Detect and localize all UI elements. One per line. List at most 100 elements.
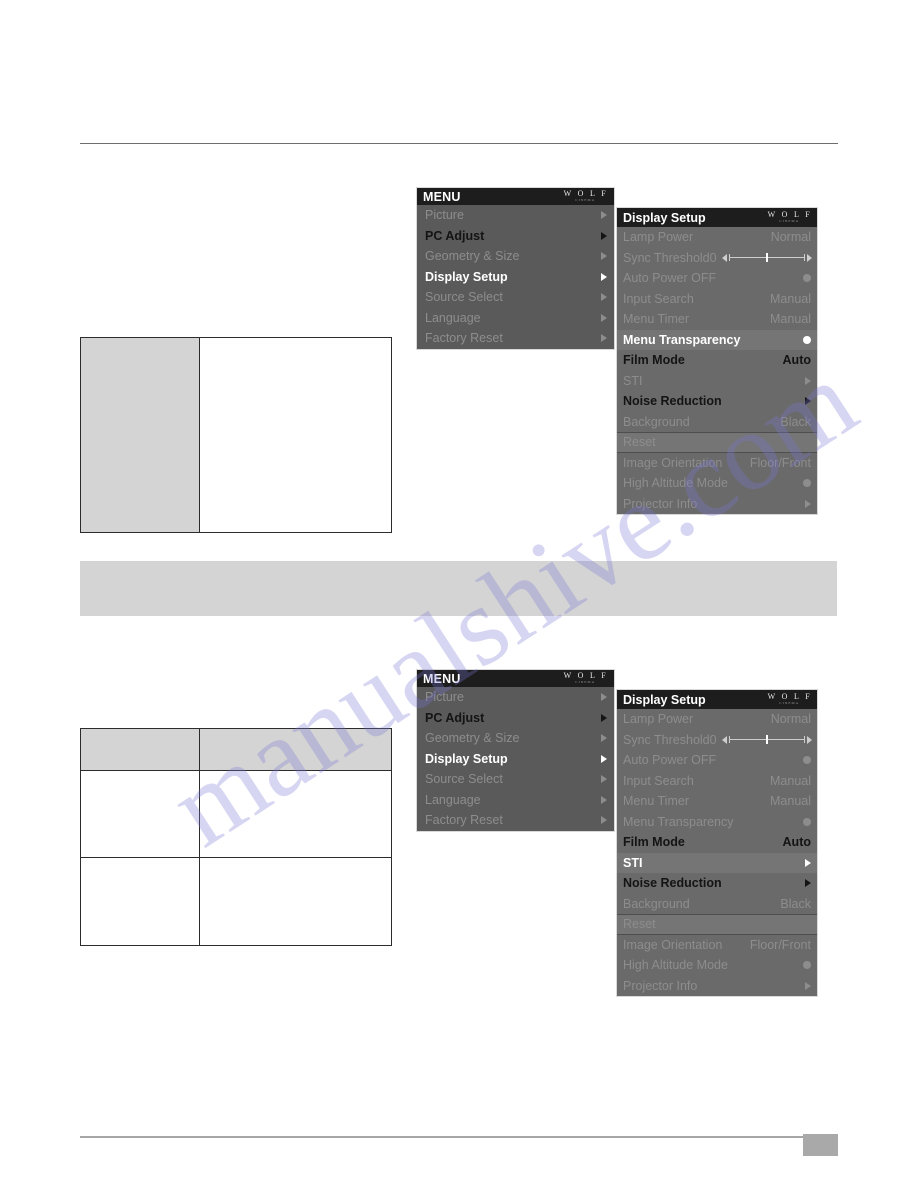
slider-increase-icon[interactable] <box>806 735 812 744</box>
menu-item-lamp-power[interactable]: Lamp Power Normal <box>617 709 817 730</box>
osd-title: MENU <box>423 671 461 686</box>
content-table-bottom <box>80 728 392 946</box>
menu-item-language[interactable]: Language <box>417 308 614 329</box>
menu-item-reset[interactable]: Reset <box>617 432 817 453</box>
wolf-logo: W O L F CINEMA <box>765 693 812 705</box>
menu-item-geometry-size[interactable]: Geometry & Size <box>417 728 614 749</box>
menu-item-film-mode[interactable]: Film Mode Auto <box>617 350 817 371</box>
menu-item-label: STI <box>623 373 643 388</box>
slider-track[interactable] <box>728 253 805 263</box>
wolf-logo-main: W O L F <box>563 671 608 681</box>
menu-item-auto-power-off[interactable]: Auto Power OFF <box>617 750 817 771</box>
menu-item-lamp-power[interactable]: Lamp Power Normal <box>617 227 817 248</box>
menu-item-label: High Altitude Mode <box>623 476 728 491</box>
content-table-top <box>80 337 392 533</box>
menu-item-display-setup[interactable]: Display Setup <box>417 267 614 288</box>
osd-title: Display Setup <box>623 210 706 225</box>
menu-item-picture[interactable]: Picture <box>417 687 614 708</box>
menu-item-label: Noise Reduction <box>623 394 722 409</box>
menu-item-label: Projector Info <box>623 978 698 993</box>
slider-track[interactable] <box>728 735 805 745</box>
menu-item-pc-adjust[interactable]: PC Adjust <box>417 226 614 247</box>
menu-item-value: Black <box>780 414 811 429</box>
menu-item-value: Floor/Front <box>749 455 811 470</box>
slider-knob[interactable] <box>765 735 768 745</box>
menu-item-label: Menu Transparency <box>623 814 734 829</box>
page-number <box>803 1134 838 1156</box>
menu-item-menu-transparency[interactable]: Menu Transparency <box>617 329 817 350</box>
menu-item-reset[interactable]: Reset <box>617 914 817 935</box>
menu-item-background[interactable]: Background Black <box>617 894 817 915</box>
osd-display-setup-bottom[interactable]: Display Setup W O L F CINEMA Lamp Power Norm… <box>617 690 817 996</box>
osd-title-bar: MENU W O L F CINEMA <box>417 670 614 687</box>
sync-threshold-slider[interactable]: 0 <box>710 251 812 265</box>
menu-item-language[interactable]: Language <box>417 790 614 811</box>
osd-title-bar: Display Setup W O L F CINEMA <box>617 690 817 709</box>
menu-item-source-select[interactable]: Source Select <box>417 287 614 308</box>
slider-knob[interactable] <box>765 253 768 263</box>
osd-main-menu-top[interactable]: MENU W O L F CINEMA Picture PC Adjust Geometr… <box>417 188 614 349</box>
menu-item-projector-info[interactable]: Projector Info <box>617 976 817 997</box>
menu-item-menu-transparency[interactable]: Menu Transparency <box>617 812 817 833</box>
menu-item-source-select[interactable]: Source Select <box>417 769 614 790</box>
chevron-right-icon <box>805 376 811 385</box>
menu-item-menu-timer[interactable]: Menu Timer Manual <box>617 309 817 330</box>
note-banner <box>80 561 837 616</box>
menu-item-label: Source Select <box>425 772 503 787</box>
menu-item-display-setup[interactable]: Display Setup <box>417 749 614 770</box>
menu-item-label: Menu Timer <box>623 794 689 809</box>
table-row <box>81 858 391 945</box>
menu-item-background[interactable]: Background Black <box>617 412 817 433</box>
menu-item-label: Language <box>425 792 481 807</box>
menu-item-sync-threshold[interactable]: Sync Threshold 0 <box>617 248 817 269</box>
menu-item-noise-reduction[interactable]: Noise Reduction <box>617 391 817 412</box>
menu-item-label: Background <box>623 896 690 911</box>
wolf-logo-main: W O L F <box>563 189 608 199</box>
menu-item-label: Auto Power OFF <box>623 271 717 286</box>
chevron-right-icon <box>601 252 607 261</box>
slider-value: 0 <box>709 732 717 747</box>
menu-item-value: Manual <box>770 794 811 809</box>
menu-item-label: Image Orientation <box>623 455 723 470</box>
menu-item-label: Sync Threshold <box>623 732 710 747</box>
menu-item-label: Source Select <box>425 290 503 305</box>
chevron-right-icon <box>601 272 607 281</box>
menu-item-label: Geometry & Size <box>425 249 520 264</box>
menu-item-noise-reduction[interactable]: Noise Reduction <box>617 873 817 894</box>
menu-item-image-orientation[interactable]: Image Orientation Floor/Front <box>617 453 817 474</box>
menu-item-image-orientation[interactable]: Image Orientation Floor/Front <box>617 935 817 956</box>
wolf-logo-sub: CINEMA <box>575 198 596 203</box>
menu-item-sti[interactable]: STI <box>617 371 817 392</box>
slider-value: 0 <box>709 250 717 265</box>
menu-item-high-altitude-mode[interactable]: High Altitude Mode <box>617 955 817 976</box>
menu-item-label: Projector Info <box>623 496 698 511</box>
slider-decrease-icon[interactable] <box>721 735 727 744</box>
menu-item-pc-adjust[interactable]: PC Adjust <box>417 708 614 729</box>
wolf-logo: W O L F CINEMA <box>561 190 608 202</box>
menu-item-value: Manual <box>770 773 811 788</box>
menu-item-input-search[interactable]: Input Search Manual <box>617 771 817 792</box>
slider-cap-left <box>728 254 730 262</box>
menu-item-sti[interactable]: STI <box>617 852 817 873</box>
menu-item-factory-reset[interactable]: Factory Reset <box>417 328 614 349</box>
menu-item-projector-info[interactable]: Projector Info <box>617 494 817 515</box>
slider-cap-left <box>728 736 730 744</box>
menu-item-label: PC Adjust <box>425 228 485 243</box>
osd-display-setup-top[interactable]: Display Setup W O L F CINEMA Lamp Power Norm… <box>617 208 817 514</box>
menu-item-auto-power-off[interactable]: Auto Power OFF <box>617 268 817 289</box>
menu-item-label: PC Adjust <box>425 710 485 725</box>
slider-decrease-icon[interactable] <box>721 253 727 262</box>
sync-threshold-slider[interactable]: 0 <box>710 733 812 747</box>
page-footer-rule <box>80 1136 838 1138</box>
menu-item-menu-timer[interactable]: Menu Timer Manual <box>617 791 817 812</box>
menu-item-picture[interactable]: Picture <box>417 205 614 226</box>
osd-title-bar: Display Setup W O L F CINEMA <box>617 208 817 227</box>
menu-item-sync-threshold[interactable]: Sync Threshold 0 <box>617 730 817 751</box>
menu-item-high-altitude-mode[interactable]: High Altitude Mode <box>617 473 817 494</box>
menu-item-factory-reset[interactable]: Factory Reset <box>417 810 614 831</box>
menu-item-input-search[interactable]: Input Search Manual <box>617 289 817 310</box>
menu-item-geometry-size[interactable]: Geometry & Size <box>417 246 614 267</box>
menu-item-film-mode[interactable]: Film Mode Auto <box>617 832 817 853</box>
osd-main-menu-bottom[interactable]: MENU W O L F CINEMA Picture PC Adjust Geometr… <box>417 670 614 831</box>
slider-increase-icon[interactable] <box>806 253 812 262</box>
